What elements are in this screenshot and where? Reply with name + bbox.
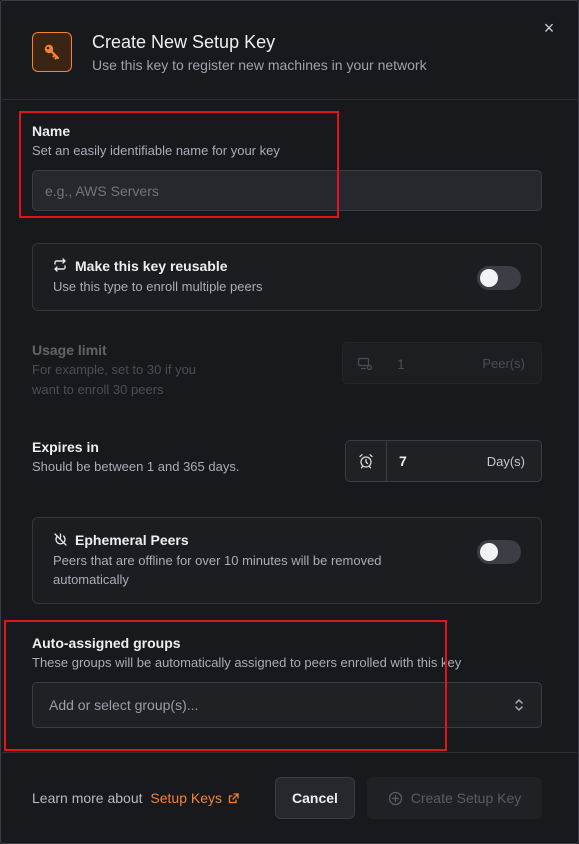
- cancel-button[interactable]: Cancel: [275, 777, 355, 819]
- ephemeral-help-1: Peers that are offline for over 10 minut…: [53, 553, 382, 568]
- expires-value: 7: [399, 453, 407, 469]
- reusable-toggle[interactable]: [477, 266, 521, 290]
- repeat-icon: [53, 258, 67, 277]
- cancel-label: Cancel: [292, 790, 338, 806]
- expires-input[interactable]: 7 Day(s): [345, 440, 542, 482]
- usage-limit-value: 1: [397, 356, 405, 372]
- create-label: Create Setup Key: [410, 790, 522, 806]
- reusable-card: Make this key reusable Use this type to …: [32, 243, 542, 311]
- toggle-knob: [480, 269, 498, 287]
- reusable-title: Make this key reusable: [75, 258, 228, 274]
- peers-icon: [357, 356, 373, 375]
- ephemeral-help-2: automatically: [53, 572, 129, 587]
- chevron-up-down-icon: [513, 697, 525, 716]
- ephemeral-title: Ephemeral Peers: [75, 532, 189, 548]
- power-off-icon: [53, 532, 68, 552]
- highlight-box-groups: [4, 620, 447, 751]
- usage-limit-label: Usage limit: [32, 342, 107, 358]
- alarm-clock-icon: [346, 441, 387, 481]
- usage-limit-unit: Peer(s): [482, 356, 525, 371]
- expires-label: Expires in: [32, 439, 99, 455]
- dialog-subtitle: Use this key to register new machines in…: [92, 57, 427, 73]
- expires-unit: Day(s): [486, 454, 525, 469]
- toggle-knob: [480, 543, 498, 561]
- learn-more-label: Learn more about: [32, 790, 143, 806]
- close-icon[interactable]: ×: [539, 18, 559, 38]
- key-icon: [32, 32, 72, 72]
- highlight-box-name: [19, 111, 339, 218]
- ephemeral-toggle[interactable]: [477, 540, 521, 564]
- dialog-title: Create New Setup Key: [92, 32, 276, 52]
- usage-limit-help-1: For example, set to 30 if you: [32, 362, 197, 377]
- expires-help: Should be between 1 and 365 days.: [32, 459, 240, 474]
- external-link-icon[interactable]: [228, 791, 239, 807]
- create-setup-key-dialog: × Create New Setup Key Use this key to r…: [0, 0, 579, 844]
- header-divider: [2, 99, 577, 100]
- reusable-help: Use this type to enroll multiple peers: [53, 279, 263, 294]
- footer-divider: [2, 752, 577, 753]
- learn-more-text: Learn more about Setup Keys: [32, 790, 239, 807]
- plus-circle-icon: [388, 791, 403, 806]
- setup-keys-link[interactable]: Setup Keys: [150, 790, 222, 806]
- create-setup-key-button[interactable]: Create Setup Key: [367, 777, 542, 819]
- ephemeral-card: Ephemeral Peers Peers that are offline f…: [32, 517, 542, 604]
- usage-limit-help-2: want to enroll 30 peers: [32, 382, 164, 397]
- usage-limit-input[interactable]: 1 Peer(s): [342, 342, 542, 384]
